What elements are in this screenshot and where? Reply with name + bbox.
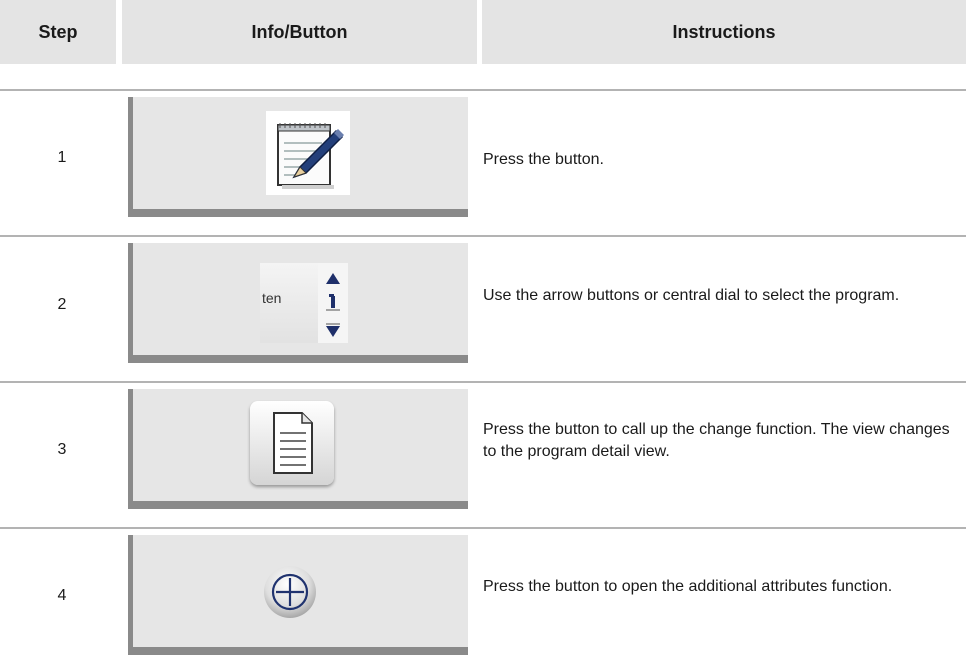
instruction-text: Press the button to open the additional … [483, 578, 893, 595]
instruction-text: Press the button to call up the change f… [483, 421, 950, 460]
header-step: Step [0, 0, 116, 64]
dial-icon [326, 294, 340, 311]
row-divider [0, 527, 966, 529]
info-button-panel [128, 97, 468, 217]
header-info-button: Info/Button [122, 0, 477, 64]
step-number: 1 [57, 149, 67, 166]
step-number: 2 [57, 296, 67, 313]
program-list-selector-icon[interactable]: ten [260, 263, 348, 343]
row-divider [0, 235, 966, 237]
header-instructions: Instructions [482, 0, 966, 64]
instruction-text: Use the arrow buttons or central dial to… [483, 287, 900, 304]
info-button-panel [128, 389, 468, 509]
info-button-panel: ten [128, 243, 468, 363]
notepad-pencil-icon[interactable] [266, 111, 350, 195]
step-number: 4 [57, 587, 67, 604]
arrow-up-icon [326, 273, 340, 284]
row-divider [0, 381, 966, 383]
row-divider [0, 89, 966, 91]
arrow-down-icon [326, 326, 340, 337]
document-icon[interactable] [250, 401, 334, 485]
arrow-buttons[interactable] [318, 263, 348, 343]
selector-text: ten [262, 290, 282, 306]
info-button-panel [128, 535, 468, 655]
instruction-text: Press the button. [483, 151, 604, 168]
plus-circle-icon[interactable] [255, 557, 325, 627]
step-number: 3 [57, 441, 67, 458]
